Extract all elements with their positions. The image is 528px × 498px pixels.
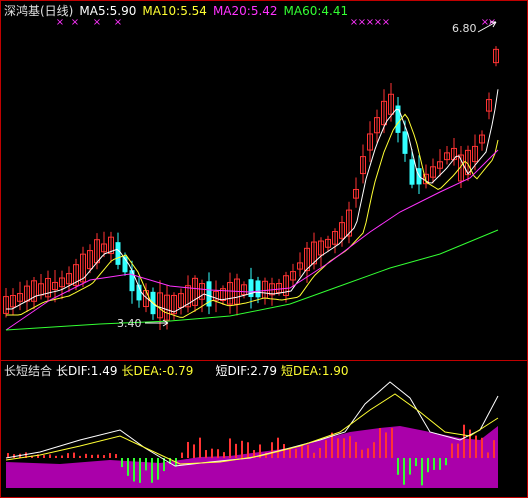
macd-title: 长短结合 [4, 364, 53, 378]
low-price-label: 3.40 [117, 317, 142, 330]
ma5-line [6, 89, 499, 313]
long-dif-value: 长DIF:1.49 [56, 364, 118, 378]
candle-down [409, 159, 415, 185]
candle-down [255, 280, 261, 298]
period-marker-icon: × [382, 17, 390, 28]
ma20-line [5, 149, 499, 331]
candle-down [115, 242, 121, 265]
kline-chart[interactable]: × × × × × × × × × ×× [0, 0, 528, 498]
ma-legend: 深鸿基(日线) MA5:5.90 MA10:5.54 MA20:5.42 MA60:4.… [4, 3, 354, 19]
ma20-value: MA20:5.42 [212, 4, 278, 18]
long-dea-value: 长DEA:-0.79 [121, 364, 194, 378]
ma10-value: MA10:5.54 [142, 4, 207, 18]
ma5-value: MA5:5.90 [79, 4, 137, 18]
candle-down [402, 131, 408, 154]
macd-legend: 长短结合 长DIF:1.49 长DEA:-0.79 短DIF:2.79 短DEA:1.9… [4, 363, 355, 379]
high-price-label: 6.80 [452, 22, 477, 35]
candle-down [129, 270, 135, 292]
short-dea-value: 短DEA:1.90 [280, 364, 349, 378]
stock-title: 深鸿基(日线) [4, 4, 74, 18]
ma60-value: MA60:4.41 [283, 4, 349, 18]
short-dif-value: 短DIF:2.79 [215, 364, 277, 378]
